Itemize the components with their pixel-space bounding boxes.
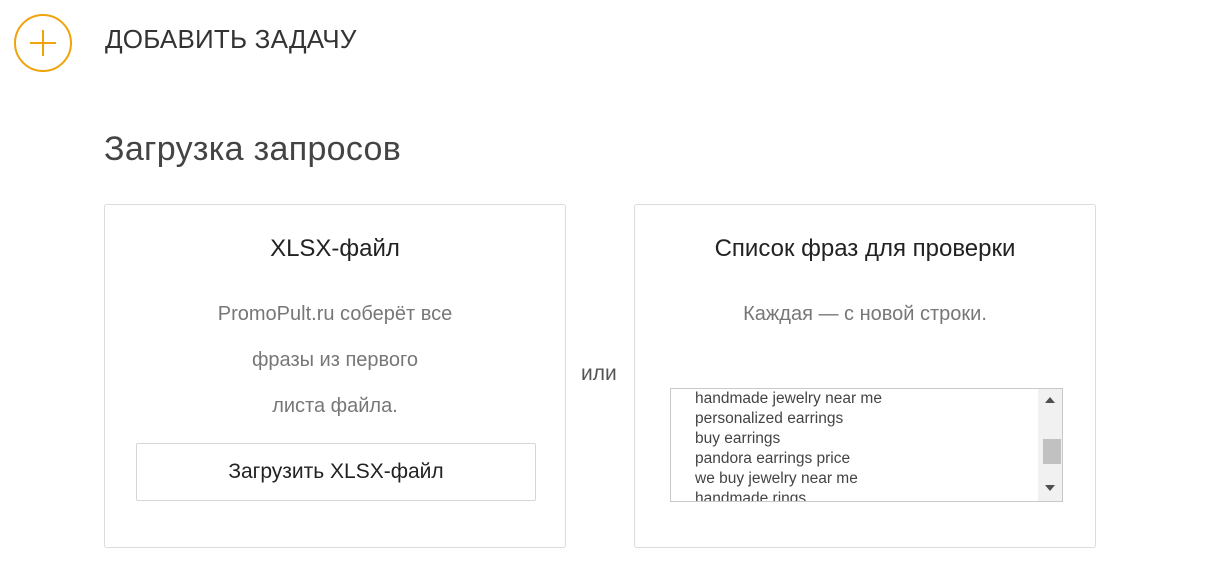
phrase-line: buy earrings [695,430,781,447]
phrases-list: handmade jewelry near me personalized ea… [695,389,882,502]
scroll-up-arrow-icon[interactable] [1038,391,1062,411]
phrase-line: pandora earrings price [695,450,851,467]
page: ДОБАВИТЬ ЗАДАЧУ Загрузка запросов XLSX-ф… [0,0,1219,561]
plus-circle-icon[interactable] [14,14,72,72]
add-task-button[interactable]: ДОБАВИТЬ ЗАДАЧУ [14,14,356,72]
add-task-label[interactable]: ДОБАВИТЬ ЗАДАЧУ [105,24,357,55]
phrases-panel: Список фраз для проверки Каждая — с ново… [634,204,1096,548]
scroll-down-arrow-icon[interactable] [1038,479,1062,499]
phrases-panel-description: Каждая — с новой строки. [635,291,1095,337]
phrase-line: handmade rings [695,490,807,502]
xlsx-panel-description: PromoPult.ru соберёт все фразы из первог… [105,291,565,429]
xlsx-panel-title: XLSX-файл [270,235,400,262]
phrase-line: we buy jewelry near me [695,470,858,487]
xlsx-description-line: PromoPult.ru соберёт все [217,303,453,325]
xlsx-description-line: листа файла. [272,395,398,417]
phrases-textarea[interactable]: handmade jewelry near me personalized ea… [670,388,1063,502]
phrases-scrollbar[interactable] [1038,389,1062,501]
scroll-thumb[interactable] [1043,439,1061,464]
xlsx-description-line: фразы из первого [251,349,419,371]
xlsx-upload-panel: XLSX-файл PromoPult.ru соберёт все фразы… [104,204,566,548]
phrase-line: personalized earrings [695,410,844,427]
phrase-line: handmade jewelry near me [695,390,882,407]
phrases-description-line: Каждая — с новой строки. [743,303,987,325]
upload-xlsx-button[interactable]: Загрузить XLSX-файл [136,443,536,501]
or-separator-label: или [581,362,617,385]
section-title: Загрузка запросов [104,130,402,168]
phrases-panel-title: Список фраз для проверки [714,235,1016,262]
